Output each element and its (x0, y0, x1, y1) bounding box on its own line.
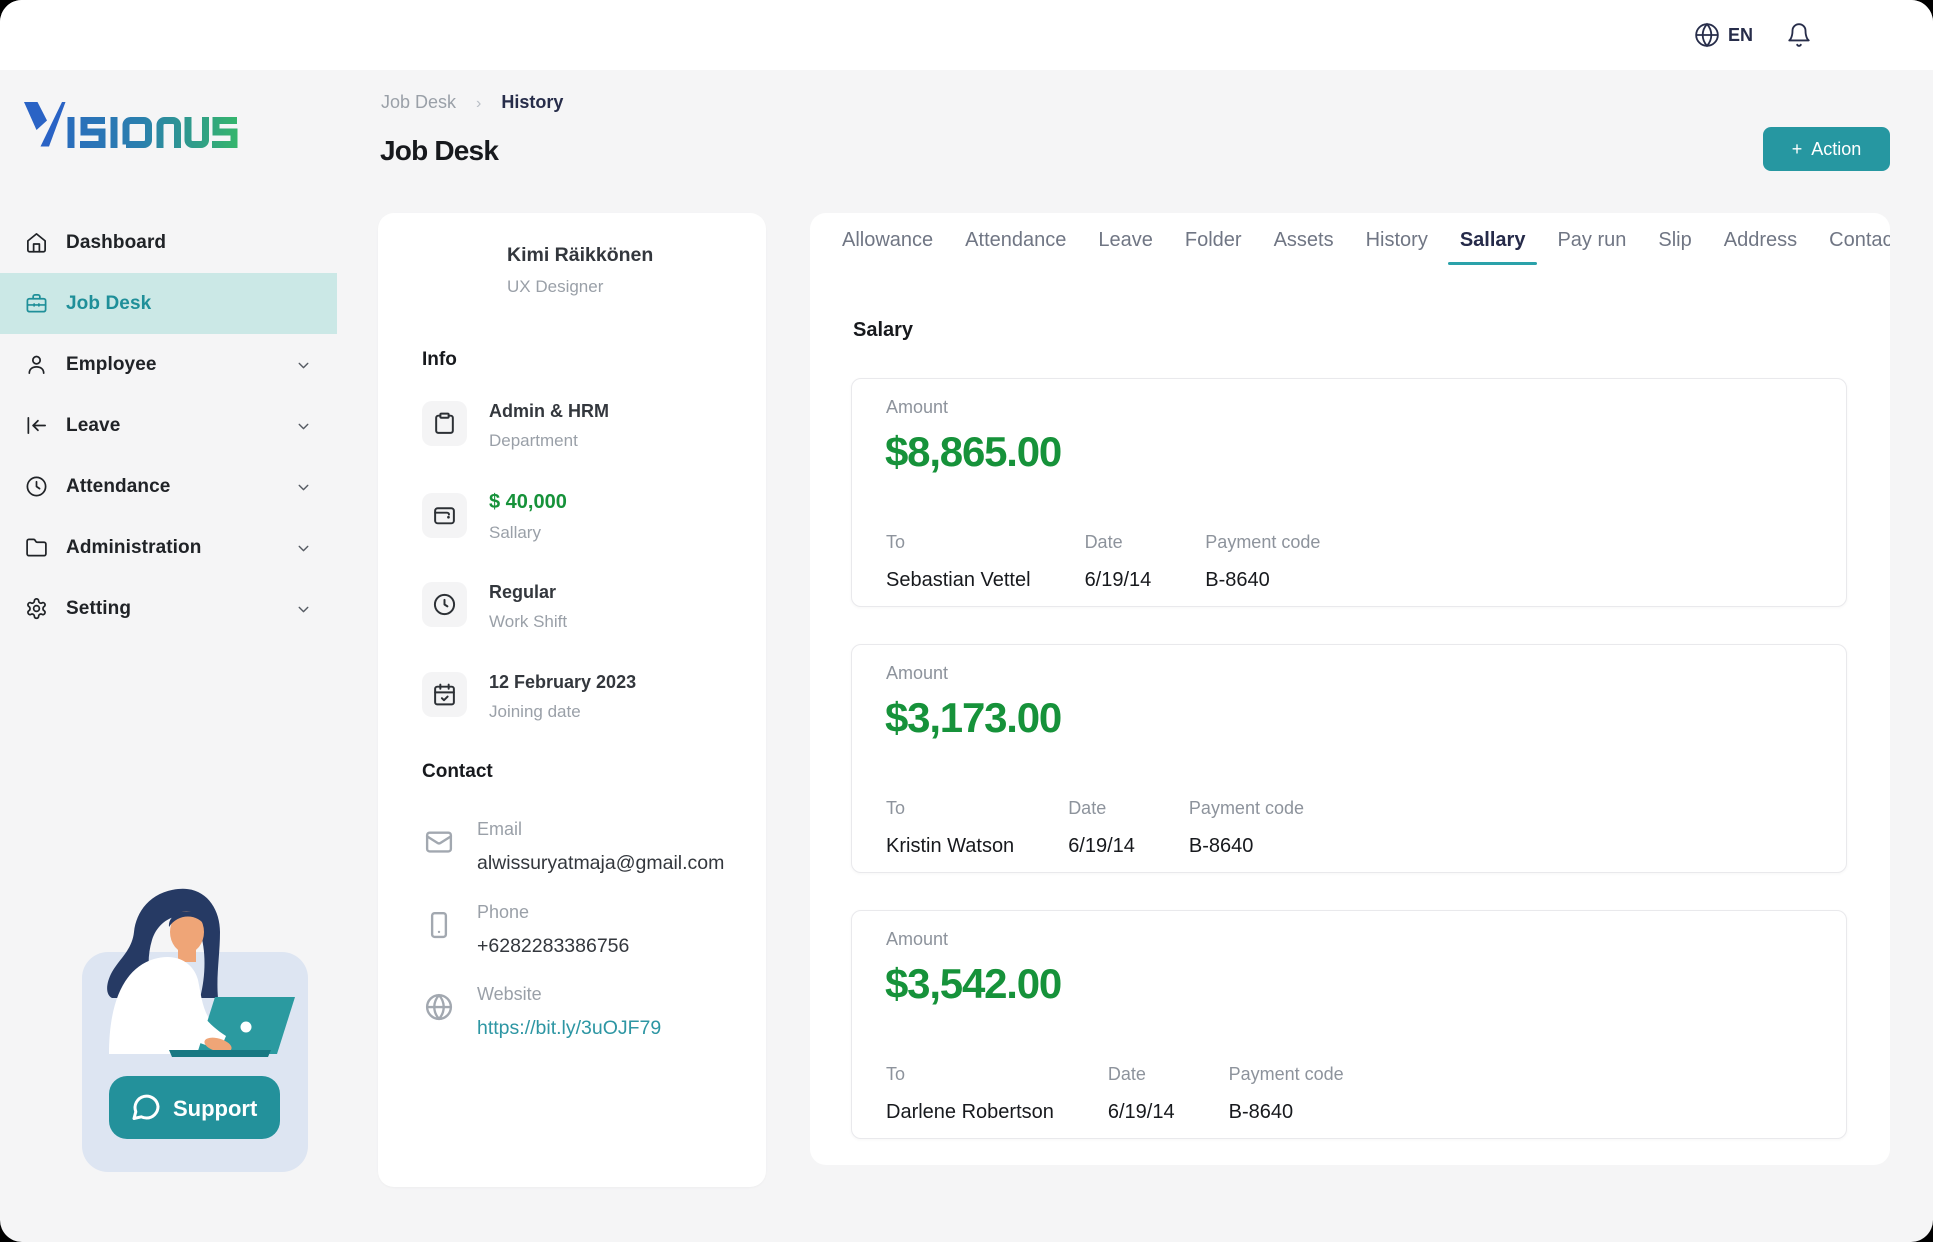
svg-text:Support: Support (173, 1096, 258, 1121)
